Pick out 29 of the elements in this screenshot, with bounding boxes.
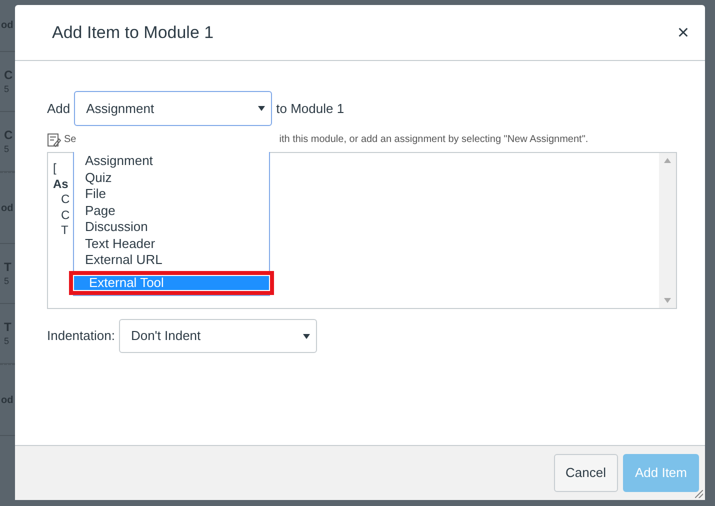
dialog-title: Add Item to Module 1 [52,22,215,44]
list-entry[interactable]: T [53,223,68,238]
scrollbar[interactable] [659,153,676,308]
edit-icon [47,132,61,146]
module-label: to Module 1 [276,100,344,118]
dropdown-option[interactable]: File [74,186,269,202]
dropdown-option[interactable]: Assignment [74,153,269,170]
caret-icon [258,106,266,111]
caret-icon [302,334,310,338]
list-entry[interactable]: C [53,192,70,208]
indentation-select[interactable]: Don't Indent [118,319,317,353]
add-label: Add [47,100,70,118]
dropdown-option[interactable]: Quiz [74,170,269,186]
item-type-select[interactable]: Assignment [74,91,272,126]
list-entry[interactable]: C [53,208,70,223]
list-entry[interactable]: As [53,176,68,192]
dropdown-option[interactable]: Discussion [74,219,269,236]
close-button[interactable]: × [673,22,693,42]
list-entry[interactable]: [ [53,161,56,176]
resize-grip-icon [695,490,703,498]
scroll-down-icon[interactable] [664,298,671,303]
scroll-up-icon[interactable] [664,158,671,163]
hint-text: Se [64,133,76,147]
dropdown-option[interactable]: External URL [74,252,269,268]
dropdown-option[interactable]: Page [74,202,269,219]
indentation-label: Indentation: [47,327,115,346]
cancel-button[interactable]: Cancel [554,454,618,492]
dropdown-option[interactable]: Text Header [74,236,269,252]
hint-text: ith this module, or add an assignment by selecting "New Assignment". [279,133,588,147]
